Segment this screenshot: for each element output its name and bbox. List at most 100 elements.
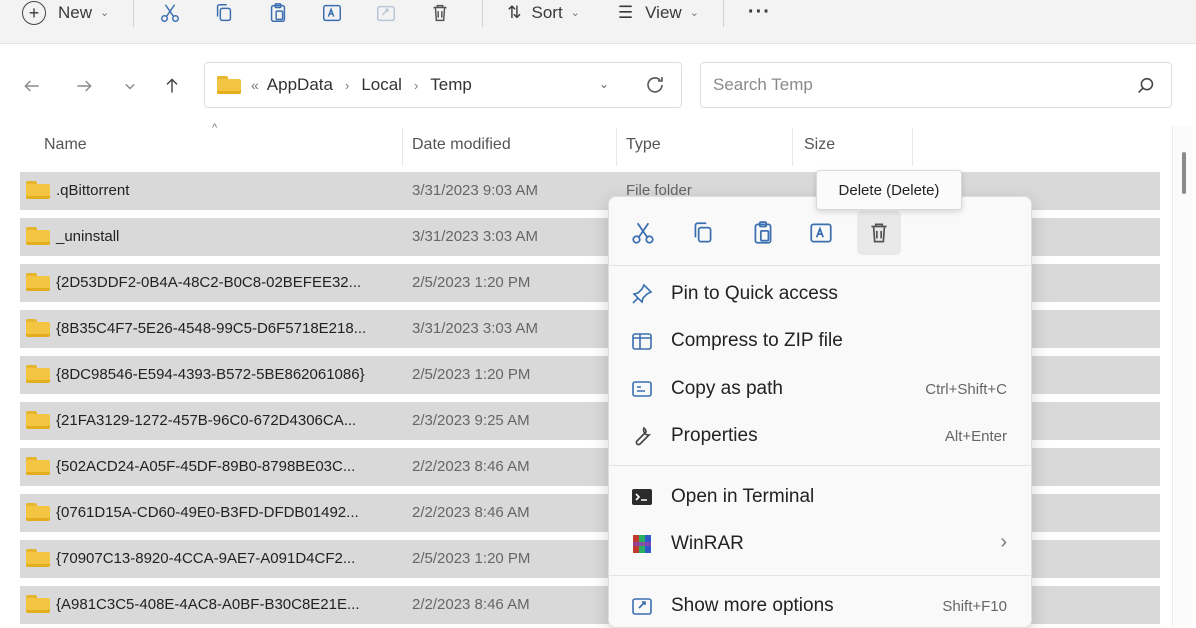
chevron-right-icon[interactable]: › <box>345 78 349 93</box>
zip-folder-icon <box>629 328 655 354</box>
folder-icon <box>26 457 50 475</box>
cut-icon[interactable] <box>158 1 182 25</box>
copy-icon[interactable] <box>681 211 725 255</box>
paste-icon[interactable] <box>266 1 290 25</box>
menu-item-winrar[interactable]: WinRAR › <box>609 521 1031 565</box>
command-bar: + New ⌄ ⇅ Sort ⌄ ☰ View ⌄ ··· <box>0 0 1196 44</box>
view-icon: ☰ <box>617 2 634 22</box>
file-date: 3/31/2023 3:03 AM <box>412 320 538 337</box>
rename-icon[interactable] <box>799 211 843 255</box>
chevron-right-icon[interactable]: › <box>414 78 418 93</box>
sort-label: Sort <box>531 2 563 22</box>
folder-icon <box>26 549 50 567</box>
search-box[interactable]: Search Temp <box>700 62 1172 108</box>
winrar-icon <box>629 531 655 557</box>
folder-icon <box>26 319 50 337</box>
chevron-down-icon[interactable]: ⌄ <box>599 77 609 91</box>
menu-item-label: WinRAR <box>671 533 744 554</box>
menu-item-show-more-options[interactable]: Show more options Shift+F10 <box>609 583 1031 627</box>
column-divider[interactable] <box>912 128 913 166</box>
folder-icon <box>217 76 241 94</box>
file-date: 2/5/2023 1:20 PM <box>412 274 531 291</box>
breadcrumb-appdata[interactable]: AppData <box>267 75 333 95</box>
file-date: 3/31/2023 9:03 AM <box>412 182 538 199</box>
copy-icon[interactable] <box>212 1 236 25</box>
menu-divider <box>609 265 1031 266</box>
column-header-name[interactable]: Name <box>44 136 87 154</box>
sort-icon: ⇅ <box>507 2 522 22</box>
menu-item-copy-as-path[interactable]: Copy as path Ctrl+Shift+C <box>609 366 1031 410</box>
toolbar-divider <box>722 0 724 27</box>
file-name: {0761D15A-CD60-49E0-B3FD-DFDB01492... <box>56 503 359 521</box>
menu-item-label: Copy as path <box>671 378 783 399</box>
file-date: 3/31/2023 3:03 AM <box>412 228 538 245</box>
context-menu: Pin to Quick access Compress to ZIP file… <box>608 196 1032 628</box>
terminal-icon <box>629 484 655 510</box>
view-label: View <box>645 2 682 22</box>
column-header-size[interactable]: Size <box>804 136 835 154</box>
refresh-icon[interactable] <box>643 73 667 97</box>
file-date: 2/5/2023 1:20 PM <box>412 550 531 567</box>
delete-icon[interactable] <box>428 1 452 25</box>
tooltip-text: Delete (Delete) <box>838 181 940 199</box>
more-options-button[interactable]: ··· <box>748 0 771 31</box>
menu-item-label: Properties <box>671 425 758 446</box>
address-bar[interactable]: « AppData › Local › Temp ⌄ <box>204 62 682 108</box>
column-divider[interactable] <box>402 128 403 166</box>
back-button[interactable] <box>20 74 44 98</box>
menu-item-shortcut: Ctrl+Shift+C <box>925 381 1007 398</box>
chevron-right-icon: › <box>1000 531 1007 553</box>
toolbar-divider <box>482 0 484 27</box>
overflow-breadcrumb[interactable]: « <box>251 77 259 93</box>
delete-icon[interactable] <box>857 211 901 255</box>
folder-icon <box>26 273 50 291</box>
file-date: 2/2/2023 8:46 AM <box>412 458 530 475</box>
folder-icon <box>26 181 50 199</box>
delete-tooltip: Delete (Delete) <box>816 170 962 210</box>
pin-icon <box>629 281 655 307</box>
folder-icon <box>26 365 50 383</box>
folder-icon <box>26 411 50 429</box>
plus-icon: + <box>22 0 46 25</box>
menu-item-compress-to-zip[interactable]: Compress to ZIP file <box>609 318 1031 362</box>
cut-icon[interactable] <box>621 211 665 255</box>
paste-icon[interactable] <box>741 211 785 255</box>
show-more-icon <box>629 593 655 619</box>
menu-divider <box>609 575 1031 576</box>
share-icon[interactable] <box>374 1 398 25</box>
sort-button[interactable]: ⇅ Sort ⌄ <box>507 0 580 31</box>
breadcrumb-local[interactable]: Local <box>361 75 402 95</box>
file-date: 2/2/2023 8:46 AM <box>412 596 530 613</box>
column-divider[interactable] <box>616 128 617 166</box>
file-name: {A981C3C5-408E-4AC8-A0BF-B30C8E21E... <box>56 595 360 613</box>
view-button[interactable]: ☰ View ⌄ <box>618 0 699 31</box>
menu-item-label: Open in Terminal <box>671 486 815 507</box>
search-input[interactable]: Search Temp <box>713 75 813 95</box>
menu-item-pin-to-quick-access[interactable]: Pin to Quick access <box>609 271 1031 315</box>
search-icon[interactable] <box>1135 75 1157 97</box>
copy-path-icon <box>629 376 655 402</box>
up-button[interactable] <box>160 74 184 98</box>
breadcrumb-temp[interactable]: Temp <box>430 75 472 95</box>
column-header-type[interactable]: Type <box>626 136 661 154</box>
file-name: {21FA3129-1272-457B-96C0-672D4306CA... <box>56 411 357 429</box>
scrollbar-thumb[interactable] <box>1182 152 1186 194</box>
scrollbar[interactable] <box>1172 126 1192 626</box>
folder-icon <box>26 227 50 245</box>
menu-item-label: Show more options <box>671 595 834 616</box>
file-name: {502ACD24-A05F-45DF-89B0-8798BE03C... <box>56 457 356 475</box>
menu-item-open-in-terminal[interactable]: Open in Terminal <box>609 474 1031 518</box>
menu-item-properties[interactable]: Properties Alt+Enter <box>609 413 1031 457</box>
chevron-down-icon: ⌄ <box>100 7 110 19</box>
column-divider[interactable] <box>792 128 793 166</box>
menu-item-label: Compress to ZIP file <box>671 330 843 351</box>
file-date: 2/5/2023 1:20 PM <box>412 366 531 383</box>
new-button[interactable]: + New ⌄ <box>22 0 109 31</box>
forward-button[interactable] <box>72 74 96 98</box>
file-name: {70907C13-8920-4CCA-9AE7-A091D4CF2... <box>56 549 356 567</box>
menu-item-label: Pin to Quick access <box>671 283 838 304</box>
column-header-date-modified[interactable]: Date modified <box>412 136 511 154</box>
recent-locations-button[interactable] <box>118 74 142 98</box>
menu-divider <box>609 465 1031 466</box>
rename-icon[interactable] <box>320 1 344 25</box>
